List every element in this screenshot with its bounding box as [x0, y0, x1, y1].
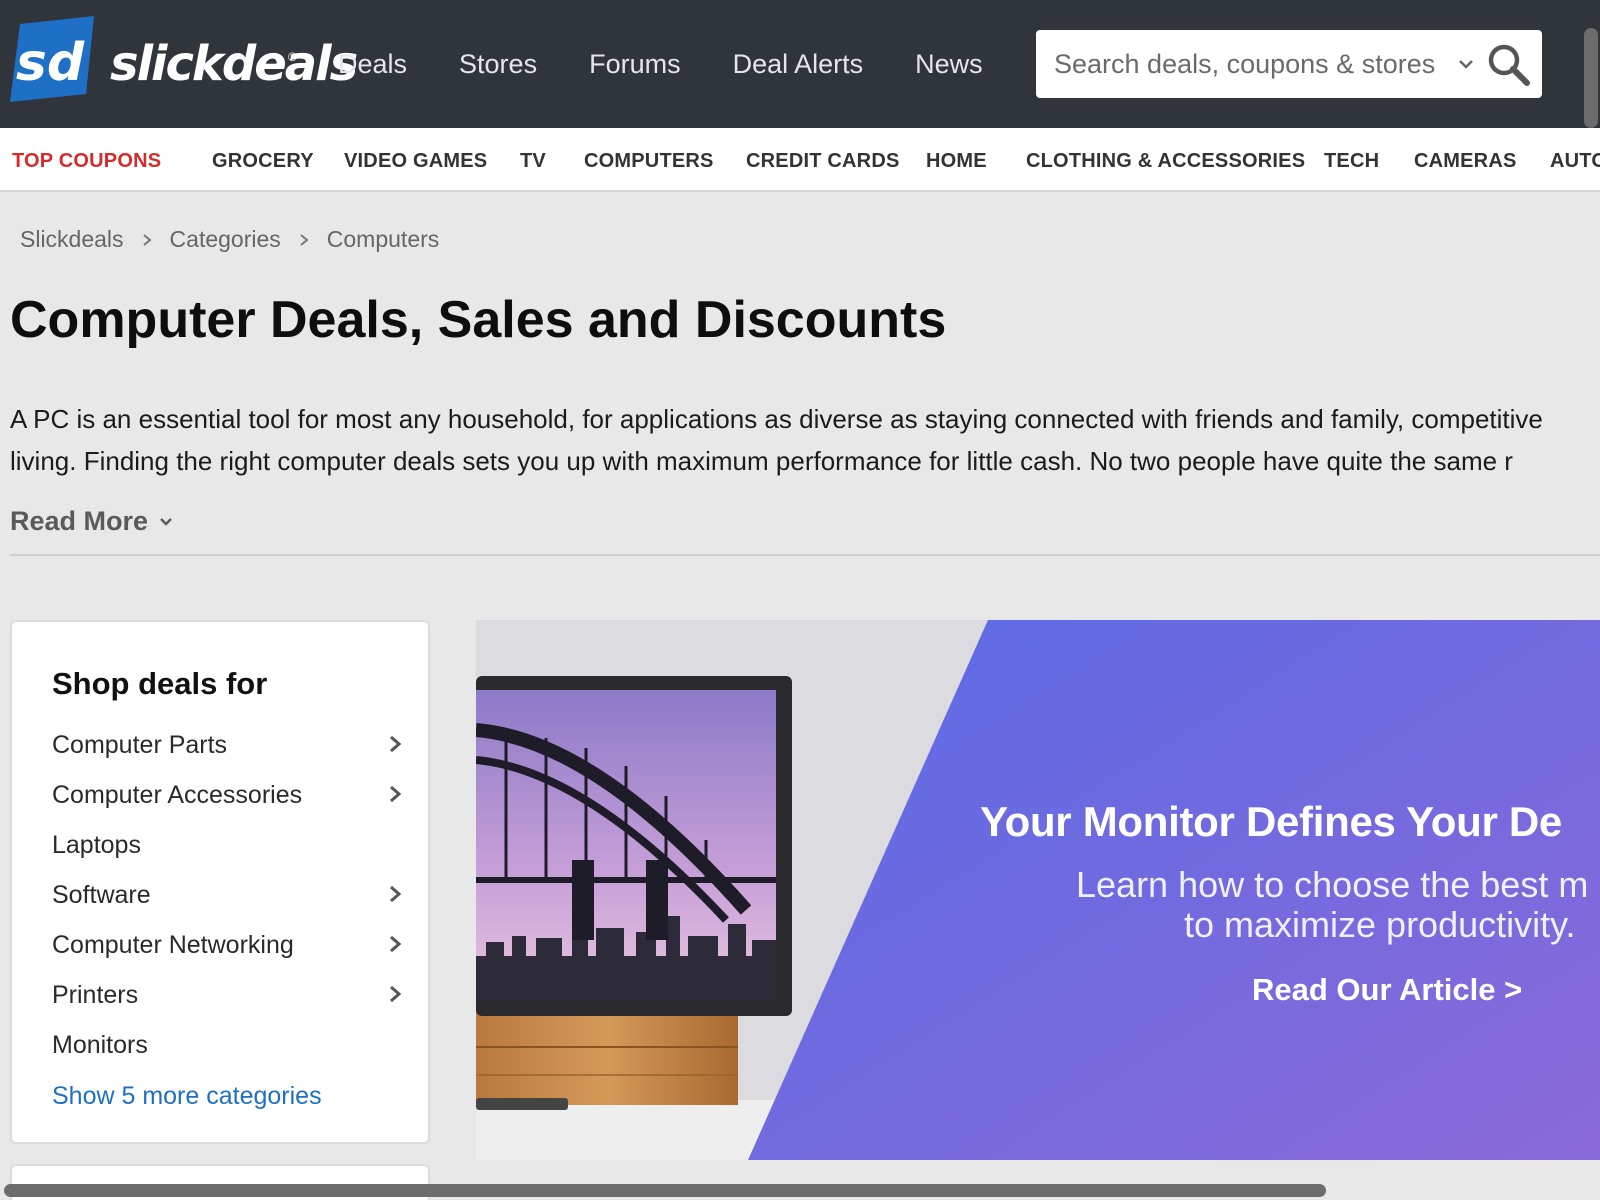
- category-grocery[interactable]: GROCERY: [212, 150, 314, 172]
- category-auto[interactable]: AUTO: [1550, 150, 1600, 172]
- category-cameras[interactable]: CAMERAS: [1414, 150, 1517, 172]
- read-more-button[interactable]: Read More: [10, 506, 174, 537]
- sidebar-item-computer-networking[interactable]: Computer Networking: [52, 920, 402, 970]
- nav-deal-alerts[interactable]: Deal Alerts: [733, 48, 864, 80]
- chevron-down-icon: [160, 517, 172, 526]
- breadcrumb: Slickdeals Categories Computers: [20, 226, 439, 253]
- intro-text: A PC is an essential tool for most any h…: [10, 398, 1600, 482]
- sidebar-item-label: Monitors: [52, 1031, 148, 1059]
- slickdeals-logo[interactable]: sd slickdeals ®: [10, 16, 358, 104]
- sidebar-item-label: Printers: [52, 981, 139, 1009]
- chevron-right-icon: [300, 233, 309, 246]
- sidebar-item-laptops[interactable]: Laptops: [52, 820, 402, 870]
- nav-deals[interactable]: Deals: [338, 48, 407, 80]
- top-header: sd slickdeals ® Deals Stores Forums Deal…: [0, 0, 1600, 128]
- category-home[interactable]: HOME: [926, 150, 987, 172]
- chevron-right-icon[interactable]: [388, 734, 402, 754]
- logo-mark-icon: sd: [10, 16, 94, 102]
- horizontal-scrollbar[interactable]: [0, 1180, 1600, 1200]
- shop-deals-heading: Shop deals for: [52, 666, 268, 701]
- search-icon[interactable]: [1486, 42, 1532, 88]
- breadcrumb-categories[interactable]: Categories: [170, 226, 281, 253]
- chevron-right-icon: [142, 233, 152, 246]
- intro-line-1: A PC is an essential tool for most any h…: [10, 404, 1543, 434]
- sidebar-item-label: Computer Accessories: [52, 781, 303, 809]
- vertical-scrollbar-thumb[interactable]: [1584, 28, 1598, 128]
- banner-headline: Your Monitor Defines Your De: [980, 798, 1562, 845]
- sidebar-item-computer-accessories[interactable]: Computer Accessories: [52, 770, 402, 820]
- category-credit-cards[interactable]: CREDIT CARDS: [746, 150, 900, 172]
- search-box: [1036, 30, 1542, 98]
- category-clothing-accessories[interactable]: CLOTHING & ACCESSORIES: [1026, 150, 1305, 172]
- show-more-categories-link[interactable]: Show 5 more categories: [52, 1082, 322, 1111]
- page-title: Computer Deals, Sales and Discounts: [10, 291, 947, 349]
- logo-registered-mark: ®: [288, 50, 297, 64]
- sidebar-item-label: Computer Networking: [52, 931, 294, 959]
- sidebar-item-printers[interactable]: Printers: [52, 970, 402, 1020]
- breadcrumb-computers: Computers: [326, 226, 440, 252]
- category-computers[interactable]: COMPUTERS: [584, 150, 714, 172]
- chevron-right-icon[interactable]: [388, 884, 402, 904]
- main-nav: Deals Stores Forums Deal Alerts News: [338, 0, 1035, 128]
- banner-subtitle-line-2: to maximize productivity.: [1184, 904, 1576, 945]
- intro-line-2: living. Finding the right computer deals…: [10, 446, 1513, 476]
- category-bar: TOP COUPONS GROCERY VIDEO GAMES TV COMPU…: [0, 128, 1600, 192]
- sidebar-item-monitors[interactable]: Monitors: [52, 1020, 402, 1070]
- sidebar-item-label: Software: [52, 881, 151, 909]
- sidebar-item-software[interactable]: Software: [52, 870, 402, 920]
- sidebar-item-label: Computer Parts: [52, 731, 228, 759]
- logo-wordmark: slickdeals: [110, 36, 358, 92]
- breadcrumb-slickdeals[interactable]: Slickdeals: [20, 226, 124, 253]
- nav-stores[interactable]: Stores: [459, 48, 537, 80]
- category-tv[interactable]: TV: [520, 150, 546, 172]
- nav-news[interactable]: News: [915, 48, 983, 80]
- category-video-games[interactable]: VIDEO GAMES: [344, 150, 487, 172]
- chevron-right-icon[interactable]: [388, 934, 402, 954]
- category-tech[interactable]: TECH: [1324, 150, 1379, 172]
- search-input[interactable]: [1054, 30, 1454, 98]
- read-more-label: Read More: [10, 506, 149, 536]
- shop-deals-card: Shop deals for Computer Parts Computer A…: [10, 620, 430, 1144]
- category-top-coupons[interactable]: TOP COUPONS: [12, 150, 161, 172]
- sidebar-item-computer-parts[interactable]: Computer Parts: [52, 720, 402, 770]
- chevron-down-icon[interactable]: [1456, 54, 1476, 74]
- chevron-right-icon[interactable]: [388, 784, 402, 804]
- sidebar-item-label: Laptops: [52, 831, 141, 859]
- chevron-right-icon[interactable]: [388, 984, 402, 1004]
- read-article-link[interactable]: Read Our Article >: [1252, 972, 1522, 1008]
- nav-forums[interactable]: Forums: [589, 48, 681, 80]
- svg-text:sd: sd: [16, 33, 85, 93]
- promo-banner[interactable]: Your Monitor Defines Your De Learn how t…: [476, 620, 1600, 1160]
- horizontal-scrollbar-thumb[interactable]: [4, 1184, 1326, 1197]
- divider: [10, 554, 1600, 556]
- banner-subtitle-line-1: Learn how to choose the best m: [1076, 864, 1589, 905]
- category-list: Computer Parts Computer Accessories Lapt…: [52, 720, 402, 1070]
